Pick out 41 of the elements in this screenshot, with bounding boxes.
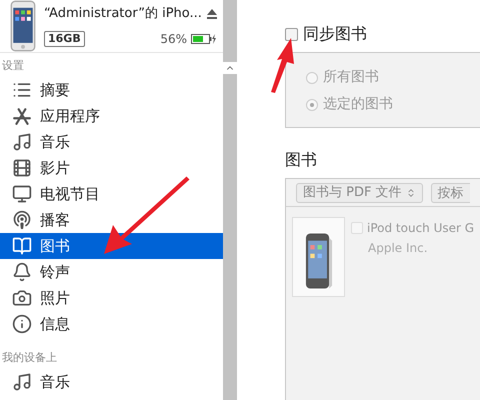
open-book-icon [12, 236, 32, 256]
film-icon [12, 158, 32, 178]
sidebar-item[interactable]: 图书 [0, 233, 223, 259]
info-icon [12, 314, 32, 334]
sidebar-item[interactable]: 摘要 [0, 77, 223, 103]
section-heading: 我的设备上 [1, 350, 58, 366]
sync-label: 同步图书 [303, 23, 367, 45]
section-heading: 设置 [1, 58, 25, 74]
scrollbar[interactable] [223, 0, 237, 400]
radio-label: 选定的图书 [323, 95, 393, 114]
device-name: “Administrator”的 iPho... [44, 5, 202, 24]
sidebar-item[interactable]: 播客 [0, 207, 223, 233]
sidebar-item[interactable]: 音乐 [0, 369, 223, 395]
sidebar-item[interactable]: 信息 [0, 311, 223, 337]
podcast-icon [12, 210, 32, 230]
camera-icon [12, 288, 32, 308]
bell-icon [12, 262, 32, 282]
sidebar-item[interactable]: 铃声 [0, 259, 223, 285]
radio-button[interactable] [306, 98, 318, 110]
sidebar-item[interactable]: 照片 [0, 285, 223, 311]
sidebar-item[interactable]: 应用程序 [0, 103, 223, 129]
battery-percent: 56% [160, 30, 187, 48]
sidebar-item[interactable]: 音乐 [0, 129, 223, 155]
sidebar-item[interactable]: 电视节目 [0, 181, 223, 207]
books-heading: 图书 [285, 149, 318, 171]
radio-button[interactable] [306, 72, 318, 84]
radio-label: 所有图书 [323, 68, 379, 87]
sidebar-item[interactable]: 影片 [0, 155, 223, 181]
charging-battery-icon [191, 34, 217, 44]
eject-icon[interactable] [207, 9, 217, 19]
book-checkbox[interactable] [351, 222, 363, 234]
updown-icon [406, 188, 416, 198]
arrow-annotation [271, 38, 294, 93]
book-author: Apple Inc. [367, 240, 429, 257]
app-store-icon [12, 106, 32, 126]
capacity-badge: 16GB [44, 30, 85, 47]
sync-checkbox[interactable] [285, 28, 298, 40]
book-title: iPod touch User G [367, 220, 474, 237]
music-note-icon [12, 132, 32, 152]
music-note-icon [12, 372, 32, 392]
monitor-icon [12, 184, 32, 204]
